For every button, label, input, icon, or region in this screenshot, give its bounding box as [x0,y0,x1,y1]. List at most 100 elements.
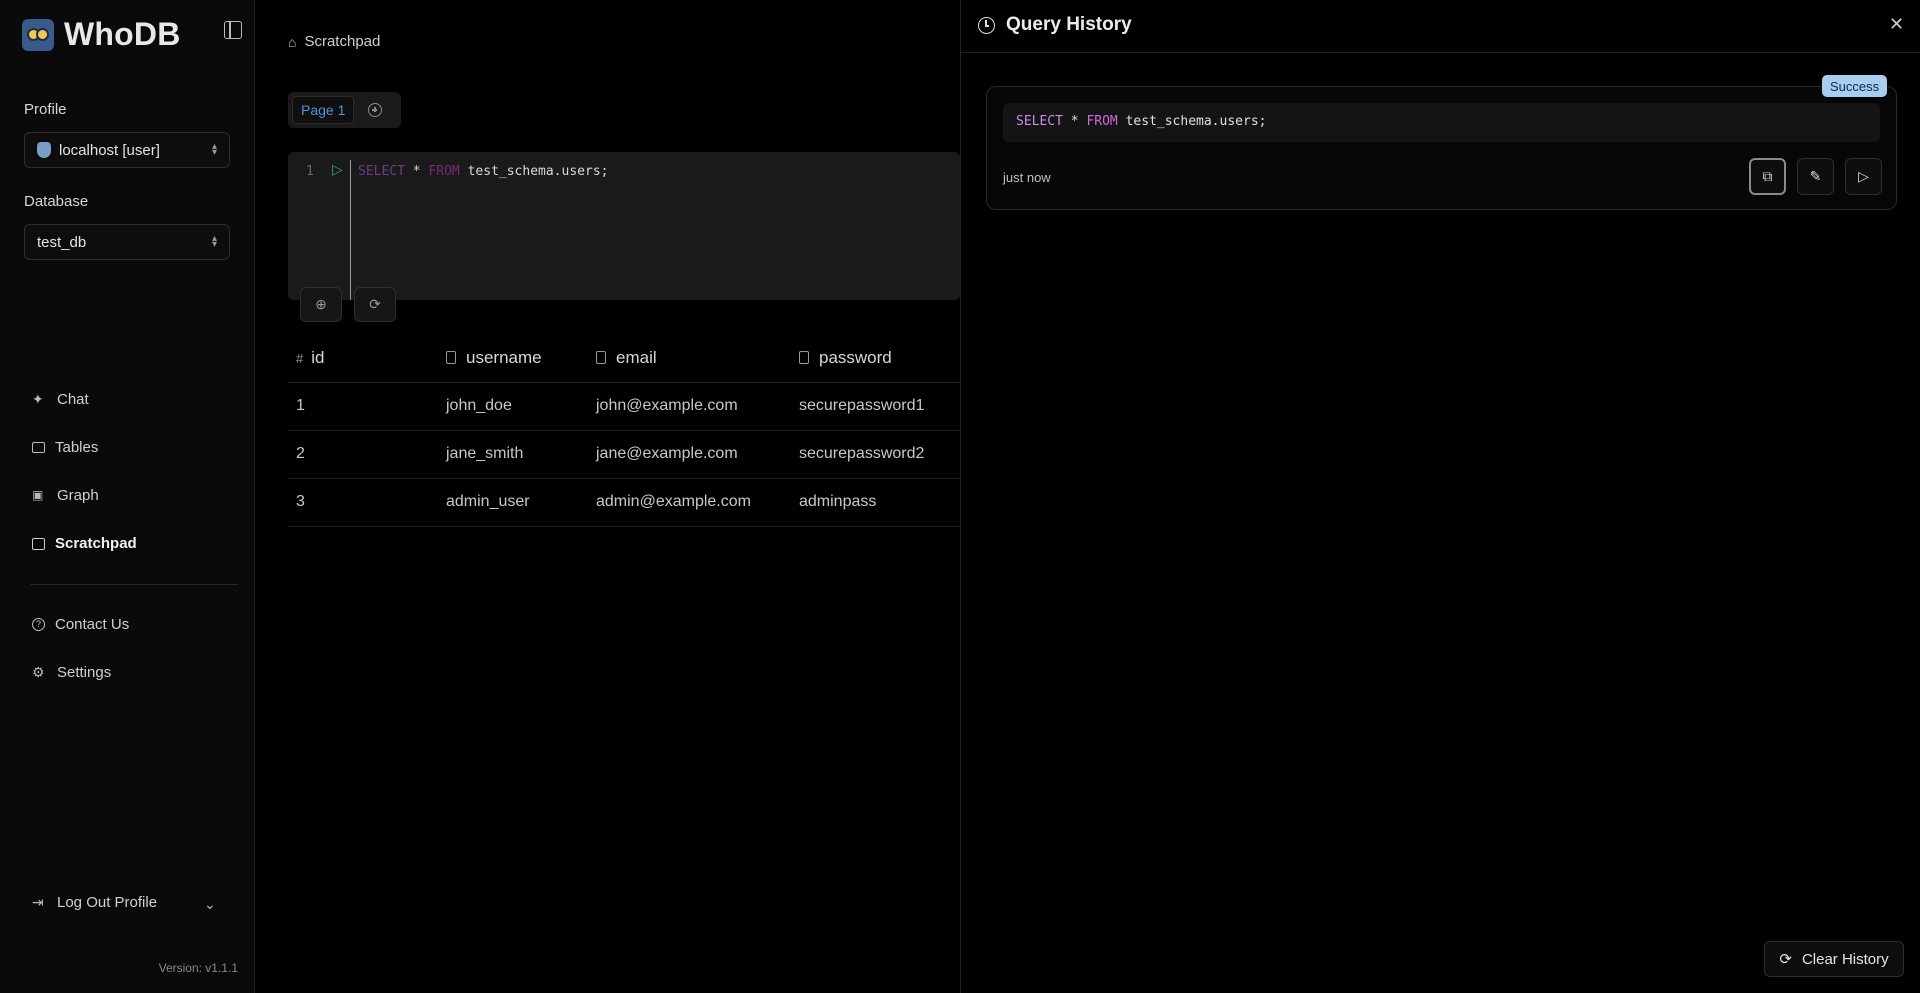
profile-value: localhost [user] [59,141,160,159]
panel-title: Query History [1006,14,1132,35]
refresh-icon: ⟳ [1779,951,1792,968]
breadcrumb-current[interactable]: Scratchpad [304,33,380,50]
text-column-icon [596,350,606,364]
table-row[interactable]: 1 john_doe john@example.com securepasswo… [288,382,960,431]
results-table: # id username email password 1 john_doe j… [288,334,960,527]
sidebar: WhoDB Profile localhost [user] ▴ ▾ Databa… [0,0,255,993]
clear-history-button[interactable]: ⟳ Clear History [1764,941,1904,977]
column-label: username [466,347,542,367]
run-line-icon[interactable]: ▷ [332,161,343,178]
table-cell[interactable]: 3 [288,478,438,527]
database-label: Database [24,193,89,210]
query-history-panel: Query History ✕ SELECT * FROM test_schem… [960,0,1920,993]
sql-editor[interactable]: 1 ▷ SELECT * FROM test_schema.users; [288,152,960,300]
run-button[interactable]: ▷ [1845,158,1882,195]
nav-item-label: Chat [57,391,89,408]
table-cell[interactable]: adminpass [791,478,960,527]
table-cell[interactable]: securepassword1 [791,382,960,431]
brand[interactable]: WhoDB [22,16,181,53]
help-icon: ? [32,618,45,631]
pencil-icon: ✎ [1809,168,1822,184]
column-header-email[interactable]: email [588,334,791,383]
code-token: test_schema.users; [459,164,609,179]
refresh-button[interactable]: ⟳ [354,287,396,322]
nav-item-label: Scratchpad [55,535,137,552]
version-label: Version: v1.1.1 [158,961,238,975]
clock-icon [978,17,995,34]
nav-item-graph[interactable]: ▣ Graph [32,487,99,504]
clear-history-label: Clear History [1801,950,1889,968]
scratchpad-icon [32,537,45,550]
panel-header: Query History ✕ [961,0,1920,53]
table-cell[interactable]: jane@example.com [588,430,791,479]
table-cell[interactable]: 2 [288,430,438,479]
code-keyword: SELECT [1016,114,1063,129]
sidebar-toggle-icon[interactable] [224,21,242,39]
add-page-icon[interactable] [368,103,383,117]
code-keyword: FROM [428,164,460,179]
history-timestamp: just now [1003,170,1051,185]
sidebar-divider [30,584,238,585]
database-value: test_db [37,233,87,251]
nav-item-scratchpad[interactable]: Scratchpad [32,535,137,552]
breadcrumb: ⌂ Scratchpad [288,33,380,50]
table-cell[interactable]: admin_user [438,478,588,527]
table-cell[interactable]: admin@example.com [588,478,791,527]
tab-page-1[interactable]: Page 1 [292,96,355,124]
table-icon [32,442,45,453]
column-header-username[interactable]: username [438,334,588,383]
nav-item-chat[interactable]: ✦ Chat [32,391,89,408]
table-header-row: # id username email password [288,334,960,383]
nav-item-tables[interactable]: Tables [32,439,98,456]
logout-label: Log Out Profile [57,894,158,911]
profile-select[interactable]: localhost [user] ▴ ▾ [24,132,230,168]
nav-item-label: Settings [57,664,112,681]
nav-item-label: Tables [55,439,99,456]
plus-circle-icon: ⊕ [315,296,327,312]
table-row[interactable]: 3 admin_user admin@example.com adminpass [288,478,960,527]
close-icon[interactable]: ✕ [1889,14,1904,35]
nav-item-contact[interactable]: ? Contact Us [32,616,129,633]
column-header-id[interactable]: # id [288,334,438,383]
chevron-updown-icon: ▴ ▾ [211,141,217,158]
line-number: 1 [306,164,314,179]
chevron-down-icon[interactable]: ⌄ [204,896,216,913]
table-cell[interactable]: john_doe [438,382,588,431]
copy-icon: ⧉ [1762,168,1773,184]
owl-logo-icon [22,18,54,51]
logout-icon: ⇥ [32,894,44,910]
refresh-icon: ⟳ [369,296,381,312]
copy-button[interactable]: ⧉ [1749,158,1786,195]
column-label: password [819,347,892,367]
sparkles-icon: ✦ [32,391,44,407]
column-label: id [311,347,325,367]
editor-code[interactable]: SELECT * FROM test_schema.users; [358,164,608,179]
table-cell[interactable]: jane_smith [438,430,588,479]
column-header-password[interactable]: password [791,334,960,383]
cursor-line [350,160,351,300]
add-cell-button[interactable]: ⊕ [300,287,342,322]
database-select[interactable]: test_db ▴ ▾ [24,224,230,260]
nav-item-label: Contact Us [55,616,130,633]
nav-item-label: Graph [57,487,99,504]
logout-button[interactable]: ⇥ Log Out Profile [32,894,157,911]
table-cell[interactable]: john@example.com [588,382,791,431]
graph-icon: ▣ [32,488,44,502]
code-token: test_schema.users; [1117,114,1267,129]
code-keyword: SELECT [358,164,405,179]
code-keyword: FROM [1086,114,1118,129]
table-cell[interactable]: 1 [288,382,438,431]
hash-icon: # [296,350,304,366]
home-icon[interactable]: ⌂ [288,34,296,50]
history-query: SELECT * FROM test_schema.users; [1003,103,1880,142]
nav-item-settings[interactable]: ⚙ Settings [32,664,111,681]
chevron-updown-icon: ▴ ▾ [211,233,217,250]
play-icon: ▷ [1858,168,1869,184]
text-column-icon [446,350,456,364]
history-entry: SELECT * FROM test_schema.users; just no… [986,86,1897,210]
profile-label: Profile [24,101,67,118]
edit-button[interactable]: ✎ [1797,158,1834,195]
status-badge: Success [1822,75,1888,97]
table-cell[interactable]: securepassword2 [791,430,960,479]
table-row[interactable]: 2 jane_smith jane@example.com securepass… [288,430,960,479]
